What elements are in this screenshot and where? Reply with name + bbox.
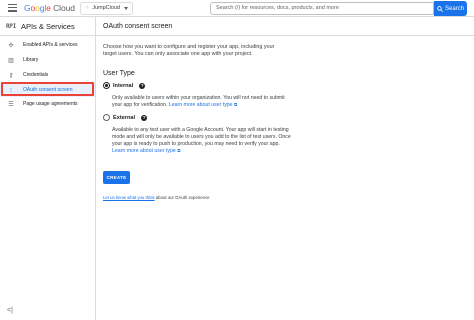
project-name: JumpCloud <box>92 5 121 11</box>
api-icon: RPI <box>6 22 16 30</box>
search-icon <box>437 5 443 12</box>
search-placeholder: Search (/) for resources, docs, products… <box>216 5 339 11</box>
sidebar: RPI APIs & Services ✣ Enabled APIs & ser… <box>0 17 96 320</box>
sidebar-item-page-usage[interactable]: ☰ Page usage agreements <box>0 97 95 111</box>
chevron-down-icon <box>124 7 128 10</box>
internal-learn-more-link[interactable]: Learn more about user type <box>169 102 233 108</box>
sidebar-title: APIs & Services <box>20 21 75 31</box>
sidebar-item-label: Page usage agreements <box>23 101 78 107</box>
internal-option[interactable]: Internal ? <box>103 82 146 89</box>
user-type-heading: User Type <box>103 70 135 77</box>
page-title: OAuth consent screen <box>96 17 474 36</box>
top-bar: Google Cloud ⁘ JumpCloud Search (/) for … <box>0 0 474 17</box>
enabled-apis-icon: ✣ <box>8 42 14 49</box>
help-icon[interactable]: ? <box>141 114 148 121</box>
settings-list-icon: ☰ <box>8 101 14 108</box>
search-input[interactable]: Search (/) for resources, docs, products… <box>210 2 434 15</box>
sidebar-item-label: Library <box>23 57 39 63</box>
menu-icon[interactable] <box>8 4 17 12</box>
project-icon: ⁘ <box>85 5 90 11</box>
sidebar-item-library[interactable]: ▥ Library <box>0 53 95 67</box>
google-cloud-logo[interactable]: Google Cloud <box>24 2 75 14</box>
sidebar-item-label: Credentials <box>23 72 49 78</box>
create-button[interactable]: CREATE <box>103 171 130 184</box>
external-label: External <box>113 114 136 121</box>
highlight-annotation <box>1 82 94 96</box>
help-icon[interactable]: ? <box>139 82 146 89</box>
collapse-sidebar-icon[interactable]: <| <box>7 307 13 314</box>
external-radio[interactable] <box>103 114 110 121</box>
feedback-note: Let us know what you think about our OAu… <box>103 195 210 200</box>
sidebar-item-label: Enabled APIs & services <box>23 42 78 48</box>
feedback-link[interactable]: Let us know what you think <box>103 195 155 200</box>
library-icon: ▥ <box>8 57 14 64</box>
logo-cloud-text: Cloud <box>53 3 75 13</box>
search-button-label: Search <box>444 5 464 12</box>
internal-radio[interactable] <box>103 82 110 89</box>
external-desc-text: Available to any test user with a Google… <box>112 127 291 147</box>
external-link-icon: ⧉ <box>234 101 238 107</box>
feedback-text: about our OAuth experience <box>154 195 210 200</box>
internal-label: Internal <box>113 82 134 89</box>
intro-text: Choose how you want to configure and reg… <box>103 44 275 58</box>
external-learn-more-link[interactable]: Learn more about user type <box>112 148 176 154</box>
internal-description: Only available to users within your orga… <box>112 95 294 109</box>
sidebar-item-enabled-apis[interactable]: ✣ Enabled APIs & services <box>0 38 95 52</box>
search-button[interactable]: Search <box>434 1 467 16</box>
key-icon: ⚷ <box>8 72 14 79</box>
intro-section: Choose how you want to configure and reg… <box>103 44 293 58</box>
sidebar-item-credentials[interactable]: ⚷ Credentials <box>0 68 95 82</box>
external-option[interactable]: External ? <box>103 114 148 121</box>
project-selector[interactable]: ⁘ JumpCloud <box>80 2 133 15</box>
logo-google-text: Google <box>24 3 51 13</box>
external-description: Available to any test user with a Google… <box>112 127 294 155</box>
sidebar-header: RPI APIs & Services <box>0 17 95 36</box>
external-link-icon: ⧉ <box>177 147 181 153</box>
